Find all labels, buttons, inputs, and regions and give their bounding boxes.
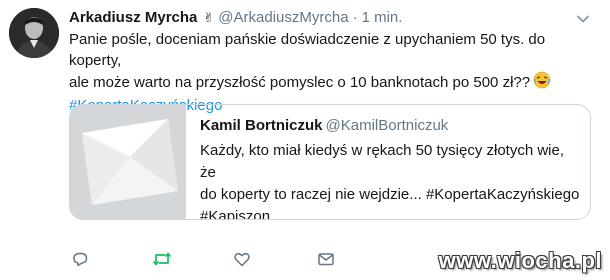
- like-icon[interactable]: [231, 248, 253, 270]
- tweet: Arkadiusz Myrcha ✌ @ArkadiuszMyrcha · 1 min.…: [0, 0, 610, 280]
- rolling-laughing-emoji: [533, 71, 551, 96]
- quoted-tweet-image[interactable]: [70, 105, 186, 219]
- quoted-tweet-content: Kamil Bortniczuk @KamilBortniczuk Każdy, …: [200, 116, 580, 220]
- direct-message-icon[interactable]: [315, 248, 337, 270]
- author-handle[interactable]: @ArkadiuszMyrcha: [218, 9, 348, 26]
- tweet-text-line: ale może warto na przyszłość pomyslec o …: [69, 71, 594, 96]
- chevron-down-icon[interactable]: [576, 12, 590, 26]
- quoted-hashtag: #Kapiszon: [200, 208, 271, 220]
- quoted-tweet[interactable]: Kamil Bortniczuk @KamilBortniczuk Każdy, …: [69, 104, 591, 220]
- quoted-hashtag: #KopertaKaczyńskiego: [425, 186, 580, 203]
- quoted-author-handle[interactable]: @KamilBortniczuk: [326, 117, 449, 134]
- reply-icon[interactable]: [69, 248, 91, 270]
- tweet-timestamp[interactable]: 1 min.: [362, 9, 403, 26]
- quoted-text-line: do koperty to raczej nie wejdzie... #Kop…: [200, 186, 580, 203]
- tweet-text-line: Panie pośle, doceniam pańskie doświadcze…: [69, 31, 546, 69]
- quoted-tweet-text: Każdy, kto miał kiedyś w rękach 50 tysię…: [200, 140, 580, 220]
- quoted-author-display-name[interactable]: Kamil Bortniczuk: [200, 117, 323, 134]
- watermark: www.wiocha.pl: [438, 248, 602, 273]
- retweet-icon[interactable]: [151, 248, 173, 270]
- tweet-header: Arkadiusz Myrcha ✌ @ArkadiuszMyrcha · 1 min.: [69, 8, 402, 28]
- author-display-name[interactable]: Arkadiusz Myrcha: [69, 9, 197, 26]
- victory-hand-icon: ✌: [203, 10, 215, 25]
- separator-dot: ·: [352, 9, 358, 26]
- avatar[interactable]: [9, 8, 59, 58]
- quoted-text-line: Każdy, kto miał kiedyś w rękach 50 tysię…: [200, 142, 565, 181]
- quoted-tweet-header: Kamil Bortniczuk @KamilBortniczuk: [200, 116, 580, 136]
